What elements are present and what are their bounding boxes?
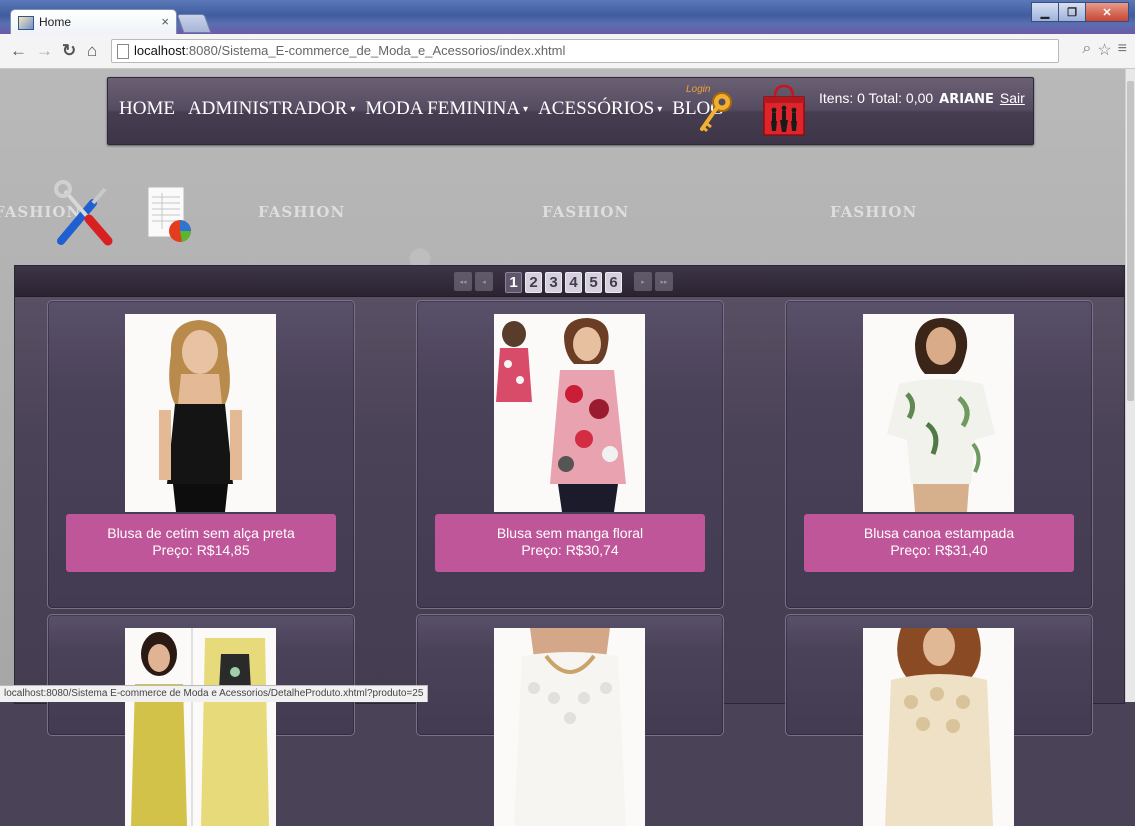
product-image[interactable] <box>863 628 1014 826</box>
product-card <box>47 614 355 826</box>
main-menubar: HOME ADMINISTRADOR ▾ MODA FEMININA ▾ ACESS… <box>107 77 1034 145</box>
page-button-6[interactable]: 6 <box>605 272 622 293</box>
close-tab-icon[interactable]: × <box>161 14 169 29</box>
status-bar: localhost:8080/Sistema E-commerce de Mod… <box>0 685 429 702</box>
product-name: Blusa de cetim sem alça preta <box>107 525 295 541</box>
product-name: Blusa sem manga floral <box>496 525 644 541</box>
last-page-button[interactable]: ▸▸ <box>655 272 673 291</box>
product-card: Blusa de cetim sem alça preta Preço: R$1… <box>47 300 355 609</box>
chevron-down-icon: ▾ <box>657 104 663 116</box>
tab-title: Home <box>39 15 72 29</box>
product-card: Blusa canoa estampada Preço: R$31,40 <box>785 300 1093 609</box>
watermark-text: FASHION <box>258 203 346 221</box>
page-button-3[interactable]: 3 <box>545 272 562 293</box>
address-bar[interactable]: localhost:8080/Sistema_E-commerce_de_Mod… <box>111 39 1059 63</box>
page-button-4[interactable]: 4 <box>565 272 582 293</box>
cart-totals: Itens: 0 Total: 0,00 <box>819 90 934 106</box>
page-scrollbar[interactable] <box>1125 69 1135 702</box>
chevron-down-icon: ▾ <box>350 104 356 116</box>
new-tab-button[interactable] <box>176 14 212 33</box>
product-card: Blusa sem manga floral Preço: R$30,74 <box>416 300 724 609</box>
menu-item-acessorios[interactable]: ACESSÓRIOS ▾ <box>538 98 662 120</box>
back-arrow-icon[interactable]: ← <box>10 41 27 61</box>
forward-arrow-icon[interactable]: → <box>36 41 53 61</box>
close-window-icon[interactable]: ✕ <box>1085 2 1129 22</box>
product-label[interactable]: Blusa sem manga floral Preço: R$30,74 <box>435 514 705 572</box>
shopping-bag-icon[interactable] <box>759 83 809 138</box>
page-button-1[interactable]: 1 <box>505 272 522 293</box>
product-name: Blusa canoa estampada <box>863 525 1015 541</box>
toolbar-icons: ⌕ ☆ ≡ <box>1082 40 1127 60</box>
first-page-button[interactable]: ◂◂ <box>454 272 472 291</box>
product-price: Preço: R$31,40 <box>890 542 988 558</box>
reload-icon[interactable]: ↻ <box>62 41 76 61</box>
zoom-icon[interactable]: ⌕ <box>1082 40 1091 60</box>
product-card <box>416 614 724 826</box>
product-price: Preço: R$14,85 <box>152 542 250 558</box>
product-image[interactable] <box>494 314 645 512</box>
page-button-2[interactable]: 2 <box>525 272 542 293</box>
menu-item-administrador[interactable]: ADMINISTRADOR ▾ <box>188 98 355 120</box>
bookmark-star-icon[interactable]: ☆ <box>1097 40 1111 60</box>
window-controls: ▁ ❐ ✕ <box>1031 2 1129 22</box>
login-label: Login <box>686 84 711 95</box>
menu-icon[interactable]: ≡ <box>1118 40 1127 60</box>
product-label[interactable]: Blusa canoa estampada Preço: R$31,40 <box>804 514 1074 572</box>
browser-titlebar: Home × ▁ ❐ ✕ <box>0 0 1135 35</box>
watermark-text: FASHION <box>830 203 918 221</box>
page-icon <box>117 44 129 59</box>
cart-summary: Itens: 0 Total: 0,00 ARIANE Sair <box>819 90 1025 107</box>
prev-page-button[interactable]: ◂ <box>475 272 493 291</box>
browser-toolbar: ← → ↻ ⌂ localhost:8080/Sistema_E-commerc… <box>0 34 1135 69</box>
logout-link[interactable]: Sair <box>1000 90 1025 106</box>
next-page-button[interactable]: ▸ <box>634 272 652 291</box>
report-chart-icon[interactable] <box>144 185 196 245</box>
product-card <box>785 614 1093 826</box>
browser-tab-home[interactable]: Home × <box>10 9 177 35</box>
product-image[interactable] <box>494 628 645 826</box>
product-dataview: ◂◂ ◂ 1 2 3 4 5 6 ▸ ▸▸ Blusa de cetim sem… <box>14 265 1125 826</box>
product-label[interactable]: Blusa de cetim sem alça preta Preço: R$1… <box>66 514 336 572</box>
product-image[interactable] <box>863 314 1014 512</box>
chevron-down-icon: ▾ <box>523 104 529 116</box>
product-image[interactable] <box>125 628 276 826</box>
admin-tools-icon[interactable] <box>53 179 115 247</box>
scrollbar-thumb[interactable] <box>1127 81 1134 401</box>
home-icon[interactable]: ⌂ <box>87 41 97 61</box>
paginator: ◂◂ ◂ 1 2 3 4 5 6 ▸ ▸▸ <box>15 266 1124 297</box>
minimize-icon[interactable]: ▁ <box>1031 2 1059 22</box>
login-key-icon[interactable]: Login <box>686 84 738 134</box>
product-image[interactable] <box>125 314 276 512</box>
url-text: localhost:8080/Sistema_E-commerce_de_Mod… <box>134 43 566 58</box>
menu-item-home[interactable]: HOME <box>119 98 178 120</box>
page-viewport: FASHION FASHION FASHION FASHION HOME ADM… <box>0 69 1135 826</box>
logged-user: ARIANE <box>939 92 994 107</box>
product-price: Preço: R$30,74 <box>521 542 619 558</box>
page-favicon-icon <box>18 16 34 30</box>
maximize-icon[interactable]: ❐ <box>1058 2 1086 22</box>
watermark-text: FASHION <box>542 203 630 221</box>
page-button-5[interactable]: 5 <box>585 272 602 293</box>
menu-item-moda-feminina[interactable]: MODA FEMININA ▾ <box>365 98 528 120</box>
